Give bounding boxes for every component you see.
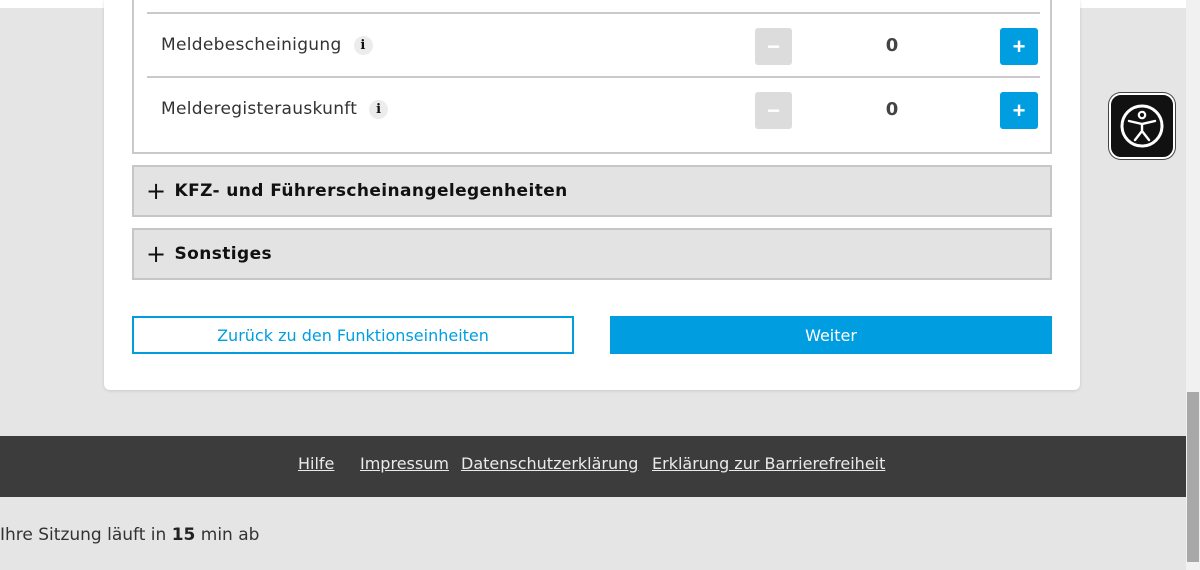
footer-link-hilfe[interactable]: Hilfe: [298, 454, 334, 473]
service-row-melderegisterauskunft: Melderegisterauskunft i − 0 +: [147, 76, 1040, 140]
footer-link-barrierefreiheit[interactable]: Erklärung zur Barrierefreiheit: [652, 454, 885, 473]
footer-link-datenschutz[interactable]: Datenschutzerklärung: [461, 454, 638, 473]
increment-button[interactable]: +: [1000, 92, 1038, 129]
next-button[interactable]: Weiter: [610, 316, 1052, 354]
increment-button[interactable]: +: [1000, 28, 1038, 65]
accessibility-person-icon: [1120, 104, 1164, 148]
accordion-label: Sonstiges: [174, 244, 273, 264]
accordion-label: KFZ- und Führerscheinangelegenheiten: [174, 181, 568, 201]
quantity-value: 0: [885, 34, 899, 56]
session-prefix: Ihre Sitzung läuft in: [0, 525, 167, 545]
back-to-units-button[interactable]: Zurück zu den Funktionseinheiten: [132, 316, 574, 354]
decrement-button[interactable]: −: [755, 28, 792, 65]
expanded-service-section: Meldebescheinigung i − 0 + Melderegister…: [132, 0, 1052, 154]
footer-link-impressum[interactable]: Impressum: [360, 454, 449, 473]
service-label: Melderegisterauskunft: [161, 99, 358, 119]
expand-plus-icon: +: [146, 177, 167, 205]
service-row-meldebescheinigung: Meldebescheinigung i − 0 +: [147, 12, 1040, 76]
scrollbar-thumb[interactable]: [1187, 392, 1199, 562]
info-icon[interactable]: i: [369, 99, 389, 119]
session-timer: Ihre Sitzung läuft in 15 min ab: [0, 525, 259, 545]
service-label: Meldebescheinigung: [161, 35, 342, 55]
expand-plus-icon: +: [146, 240, 167, 268]
accordion-kfz[interactable]: + KFZ- und Führerscheinangelegenheiten: [132, 165, 1052, 217]
session-minutes: 15: [171, 525, 196, 545]
quantity-value: 0: [885, 98, 899, 120]
decrement-button[interactable]: −: [755, 92, 792, 129]
info-icon[interactable]: i: [353, 35, 373, 55]
accessibility-button[interactable]: [1109, 93, 1175, 159]
accordion-sonstiges[interactable]: + Sonstiges: [132, 228, 1052, 280]
session-suffix: min ab: [200, 525, 260, 545]
footer: Hilfe Impressum Datenschutzerklärung Erk…: [0, 436, 1186, 497]
